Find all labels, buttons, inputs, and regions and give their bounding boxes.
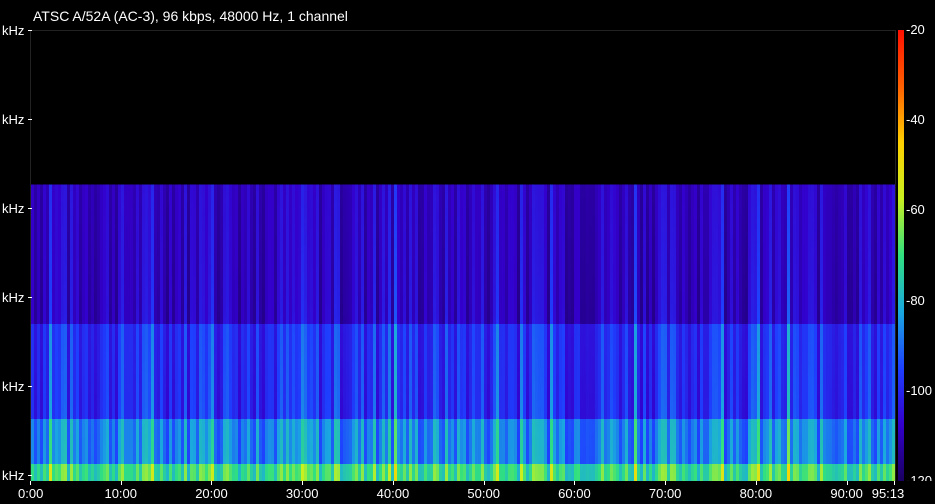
y-tick-mark [28, 208, 32, 209]
x-tick-label: 0:00 [18, 486, 44, 501]
x-tick-mark [755, 481, 757, 485]
y-tick-label: kHz [2, 23, 25, 38]
y-tick-mark [28, 386, 32, 387]
y-tick-label: kHz [2, 379, 25, 394]
x-tick-label: 30:00 [285, 486, 319, 501]
x-tick-label: 95:13 [871, 486, 905, 501]
x-tick-label: 40:00 [376, 486, 410, 501]
x-tick-mark [302, 481, 304, 485]
x-tick-mark [120, 481, 122, 485]
y-tick-mark [28, 475, 32, 476]
y-tick-label: kHz [2, 112, 25, 127]
y-tick-mark [28, 297, 32, 298]
colorbar-tick-label: -40 [906, 112, 925, 128]
colorbar-tick-label: -60 [906, 202, 925, 218]
x-tick-label: 90:00 [830, 486, 863, 501]
x-tick-label: 10:00 [104, 486, 138, 501]
x-tick-mark [30, 481, 31, 485]
x-tick-mark [211, 481, 213, 485]
spectrogram-column [892, 31, 895, 482]
chart-title: ATSC A/52A (AC-3), 96 kbps, 48000 Hz, 1 … [33, 8, 348, 24]
y-tick-label: kHz [2, 290, 25, 305]
x-tick-label: 60:00 [558, 486, 591, 501]
x-tick-mark [665, 481, 667, 485]
left-axis-strip [0, 0, 30, 504]
y-tick-label: kHz [2, 201, 25, 216]
x-tick-label: 20:00 [195, 486, 228, 501]
colorbar-tick-label: -100 [906, 382, 933, 398]
spectrogram-plot [30, 30, 896, 483]
x-tick-mark [894, 481, 895, 485]
y-tick-mark [28, 30, 32, 31]
x-tick-label: 80:00 [739, 486, 773, 501]
x-tick-label: 70:00 [648, 486, 682, 501]
spectrogram-canvas [31, 31, 895, 482]
colorbar [898, 30, 904, 481]
x-tick-mark [483, 481, 485, 485]
x-tick-mark [574, 481, 576, 485]
colorbar-tick-label: -80 [906, 292, 925, 308]
x-tick-mark [392, 481, 394, 485]
colorbar-tick-label: -20 [906, 22, 925, 37]
y-tick-mark [28, 119, 32, 120]
x-tick-mark [846, 481, 848, 485]
x-tick-label: 50:00 [467, 486, 500, 501]
